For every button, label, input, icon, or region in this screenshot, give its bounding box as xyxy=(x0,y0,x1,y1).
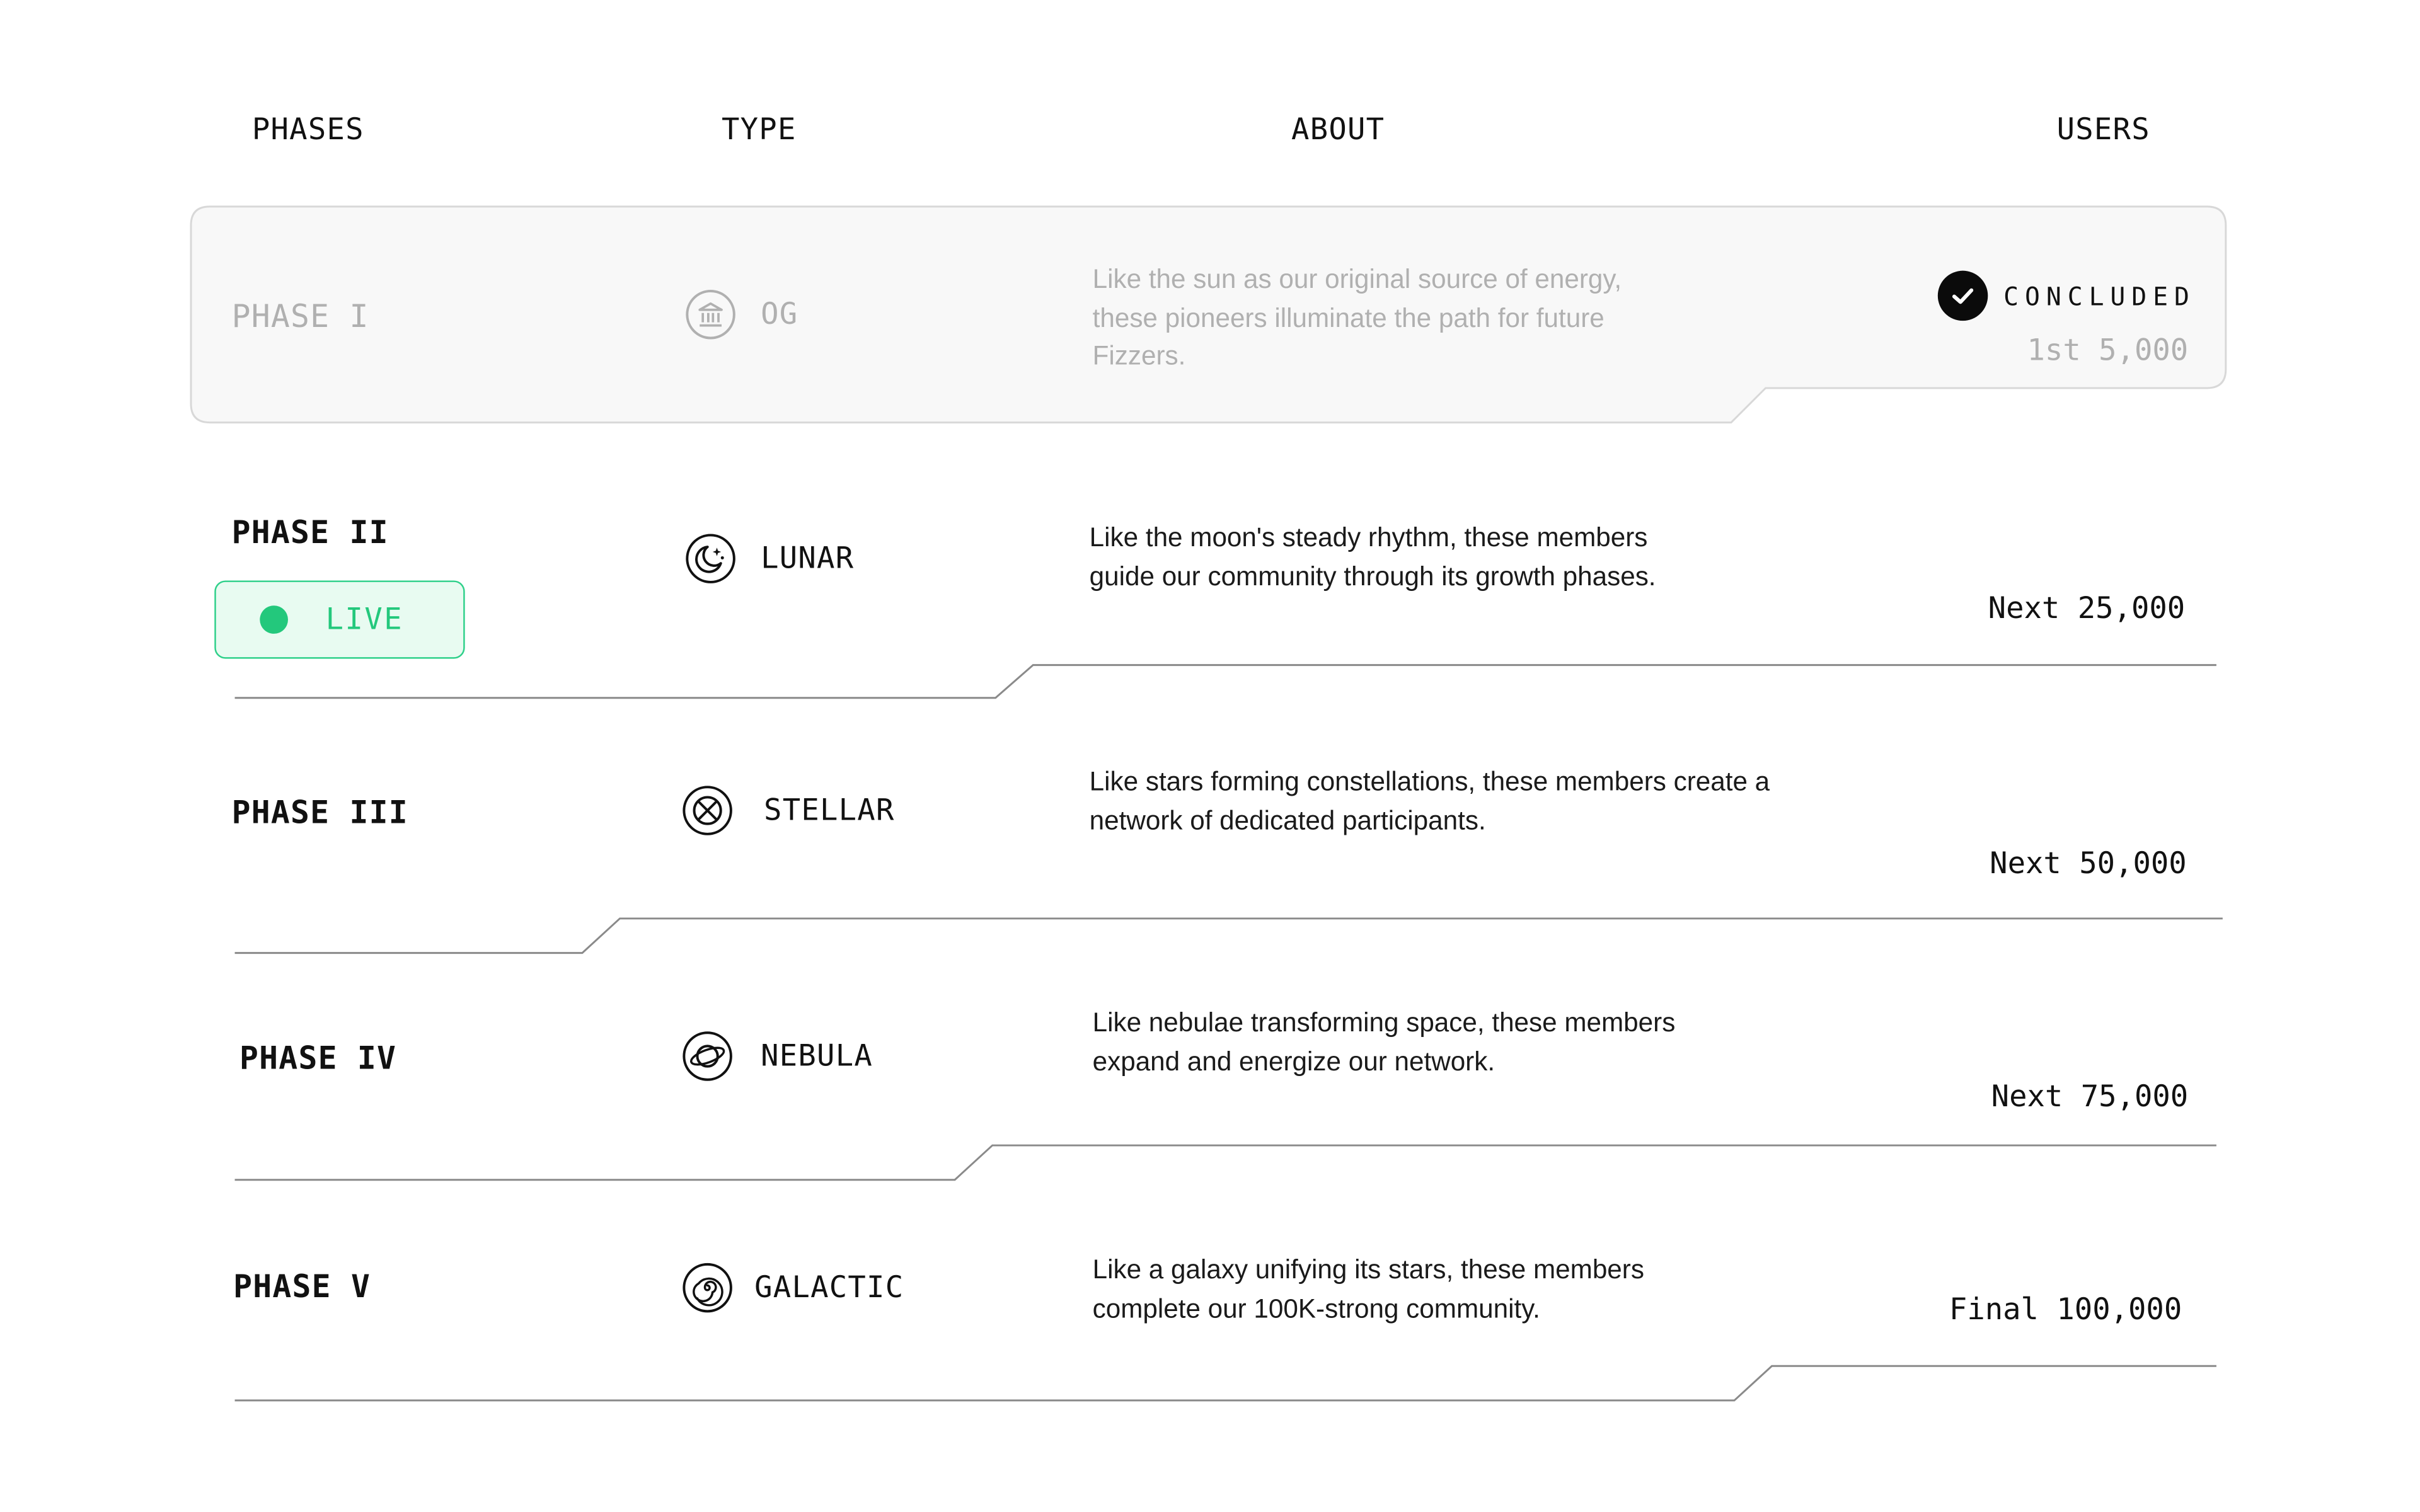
divider-row-3 xyxy=(234,917,2223,954)
moon-stars-icon xyxy=(686,534,735,583)
phase-name: PHASE V xyxy=(233,1267,371,1305)
bank-icon xyxy=(686,289,735,340)
planet-ring-icon xyxy=(683,1031,732,1081)
users-count: Next 75,000 xyxy=(1991,1079,2189,1114)
phases-table: PHASES TYPE ABOUT USERS PHASE I OG Like … xyxy=(0,0,2420,1511)
check-icon xyxy=(1937,270,1988,321)
spiral-galaxy-icon xyxy=(683,1263,732,1313)
users-count: Final 100,000 xyxy=(1949,1292,2182,1327)
divider-row-5 xyxy=(234,1365,2216,1402)
type-cell: GALACTIC xyxy=(683,1263,904,1313)
type-label: LUNAR xyxy=(761,541,855,576)
type-label: STELLAR xyxy=(764,793,895,828)
divider-row-4 xyxy=(234,1144,2216,1181)
about-text: Like a galaxy unifying its stars, these … xyxy=(1092,1254,1644,1323)
type-cell: OG xyxy=(686,289,798,340)
about-text: Like the sun as our original source of e… xyxy=(1092,264,1622,371)
live-badge: LIVE xyxy=(214,580,465,659)
type-label: NEBULA xyxy=(761,1039,873,1074)
phase-name: PHASE III xyxy=(231,793,408,831)
type-label: GALACTIC xyxy=(754,1270,904,1305)
star-orbit-icon xyxy=(683,786,732,835)
phase-name: PHASE I xyxy=(231,297,369,335)
about-text: Like stars forming constellations, these… xyxy=(1089,767,1770,835)
about-text: Like the moon's steady rhythm, these mem… xyxy=(1089,522,1656,591)
status-badge: CONCLUDED xyxy=(1937,270,2196,321)
about-text: Like nebulae transforming space, these m… xyxy=(1092,1007,1676,1076)
phase-name: PHASE IV xyxy=(239,1039,397,1077)
type-cell: STELLAR xyxy=(683,786,895,835)
type-cell: NEBULA xyxy=(683,1031,873,1081)
users-count: Next 50,000 xyxy=(1990,846,2187,881)
status-label: CONCLUDED xyxy=(2003,280,2196,311)
live-dot-icon xyxy=(260,605,289,634)
users-count: 1st 5,000 xyxy=(2027,333,2189,368)
users-count: Next 25,000 xyxy=(1988,591,2186,626)
type-cell: LUNAR xyxy=(686,534,855,583)
live-label: LIVE xyxy=(325,602,404,637)
phase-name: PHASE II xyxy=(231,513,389,551)
divider-row-2 xyxy=(234,664,2216,699)
type-label: OG xyxy=(761,297,798,332)
